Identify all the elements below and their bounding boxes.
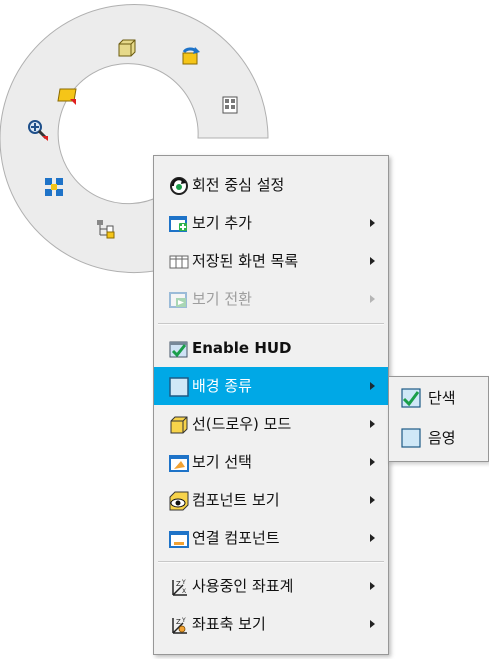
- svg-text:Z: Z: [176, 580, 181, 588]
- gradient-icon: [401, 428, 421, 448]
- submenu-arrow-icon: [370, 496, 375, 504]
- submenu-arrow-icon: [370, 295, 375, 303]
- pan-icon[interactable]: [178, 44, 202, 68]
- zoom-in-icon[interactable]: [26, 118, 50, 142]
- submenu-item-gradient[interactable]: 음영: [389, 419, 488, 457]
- menu-item-view-select[interactable]: 보기 선택: [154, 443, 388, 481]
- submenu-arrow-icon: [370, 620, 375, 628]
- submenu-arrow-icon: [370, 257, 375, 265]
- component-view-icon: [169, 491, 189, 511]
- menu-item-label: Enable HUD: [192, 339, 292, 357]
- menu-item-saved-views-list[interactable]: 저장된 화면 목록: [154, 242, 388, 280]
- menu-item-enable-hud[interactable]: Enable HUD: [154, 329, 388, 367]
- menu-item-background-type[interactable]: 배경 종류: [154, 367, 388, 405]
- submenu-arrow-icon: [370, 219, 375, 227]
- menu-item-switch-view: 보기 전환: [154, 280, 388, 318]
- submenu-item-solid-color[interactable]: 단색: [389, 379, 488, 417]
- menu-item-label: 연결 컴포넌트: [192, 529, 280, 547]
- background-type-icon: [169, 377, 189, 397]
- menu-item-set-rotation-center[interactable]: 회전 중심 설정: [154, 166, 388, 204]
- show-axes-icon: ZY: [169, 615, 189, 635]
- svg-text:Z: Z: [176, 618, 181, 626]
- submenu-arrow-icon: [370, 458, 375, 466]
- view-select-icon: [169, 453, 189, 473]
- menu-separator: [158, 561, 384, 563]
- menu-item-label: 좌표축 보기: [192, 615, 266, 633]
- menu-item-draw-mode[interactable]: 선(드로우) 모드: [154, 405, 388, 443]
- svg-text:Y: Y: [181, 617, 186, 624]
- properties-icon[interactable]: [94, 217, 118, 241]
- switch-view-icon: [169, 290, 189, 310]
- menu-item-label: 보기 추가: [192, 214, 252, 232]
- submenu-arrow-icon: [370, 534, 375, 542]
- fit-icon[interactable]: [55, 83, 79, 107]
- linked-component-icon: [169, 529, 189, 549]
- hud-checkbox-icon: [169, 339, 189, 359]
- menu-item-label: 보기 전환: [192, 290, 252, 308]
- submenu-arrow-icon: [370, 382, 375, 390]
- rotation-center-icon: [169, 176, 189, 196]
- svg-text:X: X: [182, 588, 186, 595]
- active-coordinate-system-icon: ZYX: [169, 577, 189, 597]
- named-views-icon[interactable]: [218, 93, 242, 117]
- add-view-icon: [169, 214, 189, 234]
- draw-mode-icon: [169, 415, 189, 435]
- menu-item-show-axes[interactable]: ZY 좌표축 보기: [154, 605, 388, 643]
- solid-color-check-icon: [401, 388, 421, 408]
- menu-item-component-view[interactable]: 컴포넌트 보기: [154, 481, 388, 519]
- menu-item-linked-component[interactable]: 연결 컴포넌트: [154, 519, 388, 557]
- zoom-window-icon[interactable]: [114, 36, 138, 60]
- background-type-submenu: 단색 음영: [388, 376, 489, 462]
- menu-item-label: 배경 종류: [192, 377, 252, 395]
- context-menu: 회전 중심 설정 보기 추가 저장된 화면 목록 보기 전환 Enable HU…: [153, 155, 389, 655]
- menu-item-label: 회전 중심 설정: [192, 176, 285, 194]
- submenu-arrow-icon: [370, 420, 375, 428]
- menu-item-label: 저장된 화면 목록: [192, 252, 299, 270]
- zoom-all-icon[interactable]: [42, 175, 66, 199]
- menu-item-label: 사용중인 좌표계: [192, 577, 294, 595]
- submenu-item-label: 음영: [428, 429, 456, 447]
- menu-item-label: 컴포넌트 보기: [192, 491, 280, 509]
- menu-separator: [158, 323, 384, 325]
- menu-item-label: 보기 선택: [192, 453, 252, 471]
- menu-item-label: 선(드로우) 모드: [192, 415, 292, 433]
- menu-item-active-coordinate-system[interactable]: ZYX 사용중인 좌표계: [154, 567, 388, 605]
- submenu-arrow-icon: [370, 582, 375, 590]
- saved-views-icon: [169, 252, 189, 272]
- svg-text:Y: Y: [181, 579, 186, 586]
- menu-item-add-view[interactable]: 보기 추가: [154, 204, 388, 242]
- submenu-item-label: 단색: [428, 389, 456, 407]
